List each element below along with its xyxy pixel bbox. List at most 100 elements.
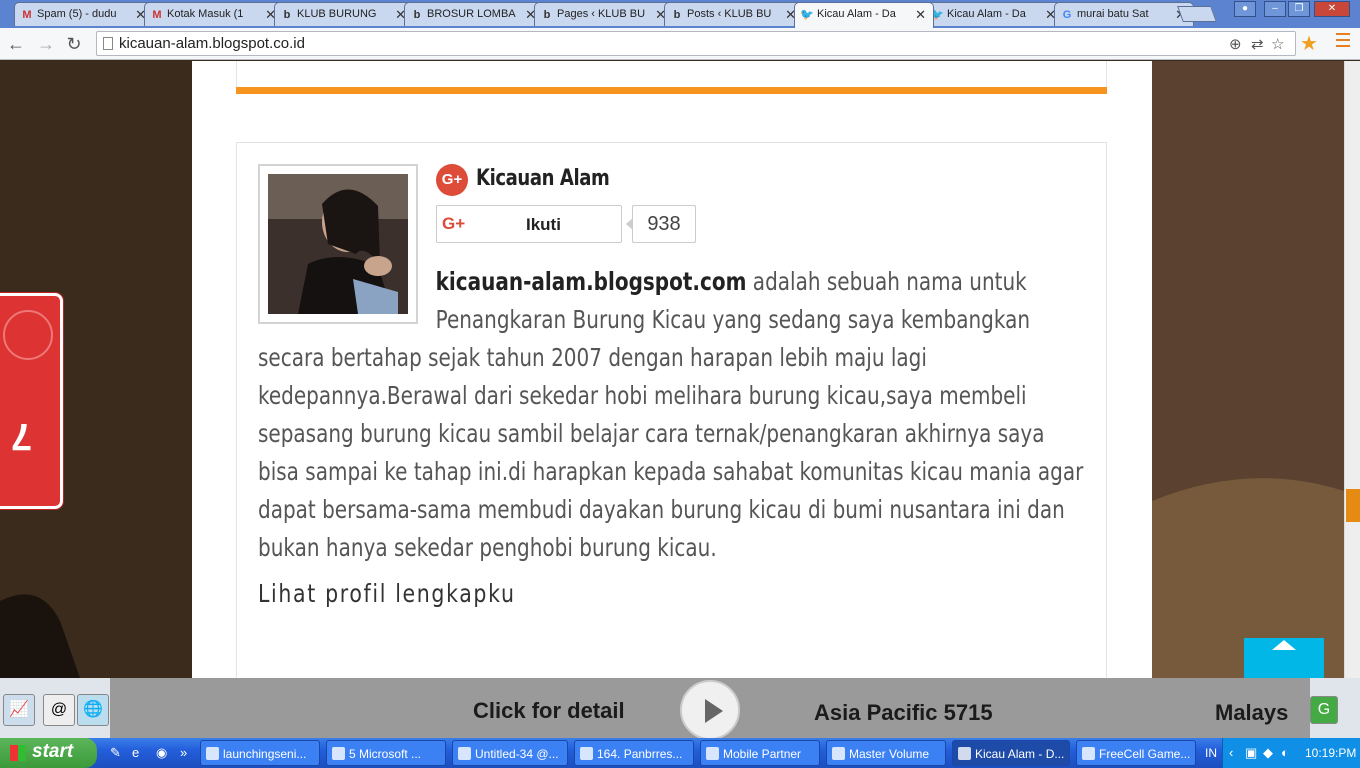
page-viewport: 7 G+ Kicauan Alam G+ Ikuti 938 kicauan-a… (0, 61, 1344, 678)
user-icon[interactable]: ● (1234, 1, 1256, 17)
gmail-icon: M (152, 9, 162, 21)
maximize-button[interactable]: ❐ (1288, 1, 1310, 17)
ad-malay-text: Malays (1215, 700, 1289, 725)
task-label: Master Volume (849, 747, 930, 761)
tab-posts[interactable]: b Posts ‹ KLUB BU ✕ (664, 2, 804, 26)
tab-label: Posts ‹ KLUB BU (687, 8, 772, 20)
view-full-profile-link[interactable]: Lihat profil lengkapku (258, 579, 516, 608)
minimize-button[interactable]: – (1264, 1, 1286, 17)
google-plus-icon[interactable]: G+ (436, 164, 468, 196)
close-tab-icon[interactable]: ✕ (915, 7, 926, 23)
tray-arrow-icon[interactable]: ‹ (1229, 745, 1233, 760)
tab-kotak-masuk[interactable]: M Kotak Masuk (1 ✕ (144, 2, 284, 26)
blogger-icon: b (543, 9, 551, 21)
new-tab-button[interactable] (1177, 6, 1217, 22)
tab-klub-burung[interactable]: b KLUB BURUNG ✕ (274, 2, 414, 26)
address-bar[interactable]: kicauan-alam.blogspot.co.id ⊕ ⇄ ☆ (96, 31, 1296, 56)
email-icon[interactable]: @ (43, 694, 75, 726)
address-url[interactable]: kicauan-alam.blogspot.co.id (119, 35, 305, 52)
orange-divider (236, 87, 1107, 94)
tab-label: Kotak Masuk (1 (167, 8, 244, 20)
task-label: launchingseni... (223, 747, 307, 761)
back-arrow-icon[interactable]: ← (4, 32, 28, 56)
previous-widget-box (236, 61, 1107, 87)
globe-icon[interactable]: 🌐 (77, 694, 109, 726)
task-label: FreeCell Game... (1099, 747, 1191, 761)
side-floating-widget[interactable]: 7 (0, 293, 63, 509)
ad-click-text[interactable]: Click for detail (473, 698, 625, 724)
network-icon[interactable]: ▣ (1245, 745, 1257, 761)
follow-button[interactable]: G+ Ikuti (436, 205, 622, 243)
task-panbrres[interactable]: 164. Panbrres... (574, 740, 694, 766)
task-label: 164. Panbrres... (597, 747, 683, 761)
quicklaunch-ie-icon[interactable]: e (132, 745, 139, 760)
tab-label: Kicau Alam - Da (817, 8, 896, 20)
chart-icon[interactable]: 📈 (3, 694, 35, 726)
task-freecell[interactable]: FreeCell Game... (1076, 740, 1196, 766)
language-indicator[interactable]: IN (1205, 746, 1217, 760)
task-launchingseni[interactable]: launchingseni... (200, 740, 320, 766)
google-icon[interactable]: G (1310, 696, 1338, 724)
task-label: 5 Microsoft ... (349, 747, 422, 761)
ad-asia-text: Asia Pacific 5715 (814, 700, 993, 725)
forward-arrow-icon[interactable]: → (34, 32, 58, 56)
quicklaunch-chrome-icon[interactable]: ◉ (156, 745, 167, 761)
folder-icon (206, 747, 219, 760)
app-icon (580, 747, 593, 760)
blogger-icon: b (413, 9, 421, 21)
task-microsoft[interactable]: 5 Microsoft ... (326, 740, 446, 766)
browser-toolbar: ← → ↻ kicauan-alam.blogspot.co.id ⊕ ⇄ ☆ (0, 28, 1360, 60)
task-kicau-alam[interactable]: Kicau Alam - D... (952, 740, 1070, 766)
tab-label: Pages ‹ KLUB BU (557, 8, 646, 20)
tab-label: Spam (5) - dudu (37, 8, 117, 20)
overlay-ad-banner[interactable]: Click for detail Asia Pacific 5715 Malay… (110, 678, 1310, 740)
task-untitled[interactable]: Untitled-34 @... (452, 740, 568, 766)
mobile-partner-icon (706, 747, 719, 760)
translate-icon[interactable]: ⇄ (1251, 35, 1264, 53)
tray-app-icon[interactable]: ◆ (1263, 745, 1273, 761)
follower-count: 938 (626, 205, 696, 243)
chrome-menu-icon[interactable] (1336, 33, 1350, 51)
profile-widget: G+ Kicauan Alam G+ Ikuti 938 kicauan-ala… (236, 142, 1107, 678)
close-window-button[interactable]: ✕ (1314, 1, 1350, 17)
reload-icon[interactable]: ↻ (62, 32, 86, 56)
windows-taskbar: start ✎ e ◉ » launchingseni... 5 Microso… (0, 738, 1360, 768)
follow-button-label: Ikuti (526, 215, 561, 234)
blog-main-column: G+ Kicauan Alam G+ Ikuti 938 kicauan-ala… (192, 61, 1152, 678)
google-icon: G (1062, 9, 1072, 21)
back-to-top-button[interactable] (1244, 638, 1324, 678)
system-clock: 10:19:PM (1305, 746, 1357, 760)
tab-label: murai batu Sat (1077, 8, 1149, 20)
start-button[interactable]: start (0, 738, 97, 768)
bookmark-star-icon[interactable]: ☆ (1271, 35, 1284, 53)
tab-murai-batu[interactable]: Gmurai batu Sat✕ (1054, 2, 1194, 26)
play-icon[interactable] (680, 680, 740, 740)
page-scrollbar[interactable] (1344, 61, 1360, 678)
blogger-icon: b (673, 9, 681, 21)
profile-name[interactable]: Kicauan Alam (476, 166, 610, 191)
task-mobile-partner[interactable]: Mobile Partner (700, 740, 820, 766)
windows-flag-icon (10, 745, 26, 761)
photoshop-icon (458, 747, 471, 760)
zoom-icon[interactable]: ⊕ (1229, 35, 1242, 53)
freecell-icon (1082, 747, 1095, 760)
profile-about: kicauan-alam.blogspot.com adalah sebuah … (258, 263, 1088, 567)
tab-kicau-alam[interactable]: 🐦 Kicau Alam - Da ✕ (924, 2, 1064, 26)
tab-label: KLUB BURUNG (297, 8, 377, 20)
system-tray: ‹ ▣ ◆ ◐ 10:19:PM (1222, 738, 1360, 768)
tab-spam[interactable]: M Spam (5) - dudu ✕ (14, 2, 154, 26)
word-icon (332, 747, 345, 760)
tab-pages[interactable]: b Pages ‹ KLUB BU ✕ (534, 2, 674, 26)
tab-label: BROSUR LOMBA (427, 8, 516, 20)
quicklaunch-app-icon[interactable]: ✎ (110, 745, 121, 761)
tab-kicau-alam-active[interactable]: 🐦 Kicau Alam - Da ✕ (794, 2, 934, 28)
scrollbar-thumb[interactable] (1346, 489, 1360, 522)
about-site-name: kicauan-alam.blogspot.com (435, 267, 747, 296)
extension-star-icon[interactable]: ★ (1300, 31, 1318, 56)
bird-icon: 🐦 (800, 9, 814, 21)
tray-volume-icon[interactable]: ◐ (1281, 745, 1289, 760)
task-label: Untitled-34 @... (475, 747, 559, 761)
tab-brosur-lomba[interactable]: b BROSUR LOMBA ✕ (404, 2, 544, 26)
task-master-volume[interactable]: Master Volume (826, 740, 946, 766)
quicklaunch-overflow-icon[interactable]: » (180, 745, 187, 760)
